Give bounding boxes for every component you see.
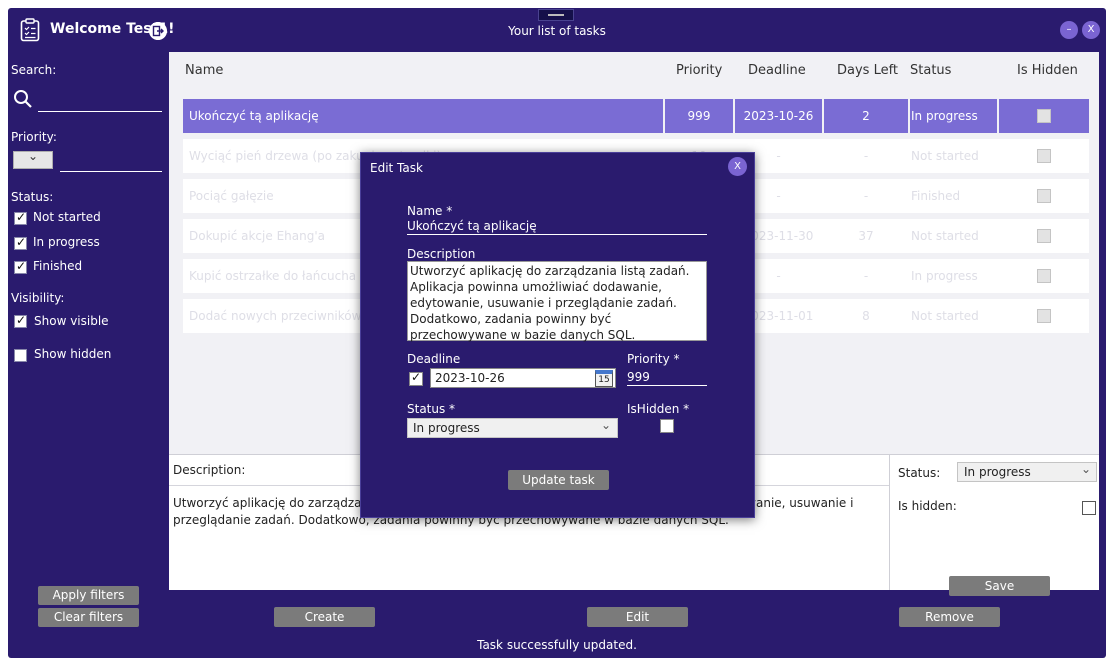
status-label: Status:: [898, 466, 941, 480]
apply-filters-button[interactable]: Apply filters: [38, 586, 139, 605]
title-bar: Welcome Test1! Your list of tasks – X: [8, 8, 1106, 52]
drag-handle[interactable]: [538, 9, 574, 21]
cell-hidden-checkbox[interactable]: [1037, 309, 1051, 323]
edit-task-dialog: Edit Task X Name * Ukończyć tą aplikację…: [360, 152, 755, 518]
create-button[interactable]: Create: [274, 607, 375, 627]
save-button[interactable]: Save: [949, 576, 1050, 596]
priority-input[interactable]: 999: [627, 368, 707, 386]
visibility-label: Visibility:: [11, 291, 65, 305]
column-header-is-hidden[interactable]: Is Hidden: [1017, 63, 1078, 78]
cell-status: In progress: [911, 269, 978, 283]
description-label: Description: [407, 247, 476, 261]
column-header-name[interactable]: Name: [185, 63, 223, 78]
quick-edit-panel: Status: In progress Is hidden: Save: [889, 454, 1099, 596]
in-progress-checkbox[interactable]: [14, 235, 27, 250]
is-hidden-label: Is hidden:: [898, 499, 957, 513]
priority-label: Priority:: [11, 130, 57, 144]
description-textarea[interactable]: Utworzyć aplikację do zarządzania listą …: [407, 261, 707, 342]
clear-filters-button[interactable]: Clear filters: [38, 608, 139, 627]
column-header-deadline[interactable]: Deadline: [748, 63, 806, 78]
remove-button[interactable]: Remove: [899, 607, 1000, 627]
minimize-button[interactable]: –: [1060, 21, 1078, 39]
show-visible-label: Show visible: [34, 314, 109, 328]
cell-status: In progress: [911, 109, 978, 123]
cell-status: Finished: [911, 189, 961, 203]
cell-name: Ukończyć tą aplikację: [189, 109, 319, 123]
filter-sidebar: Search: Priority: Status: Not started In…: [8, 52, 168, 652]
search-label: Search:: [11, 63, 57, 77]
show-hidden-checkbox[interactable]: [14, 349, 27, 362]
deadline-value: 2023-10-26: [435, 371, 505, 385]
status-label: Status:: [11, 190, 54, 204]
cell-days-left: 37: [858, 229, 874, 243]
priority-label: Priority *: [627, 352, 680, 366]
status-select[interactable]: In progress: [407, 416, 618, 438]
status-select[interactable]: In progress: [957, 460, 1097, 482]
cell-hidden-checkbox[interactable]: [1037, 109, 1051, 123]
not-started-label: Not started: [33, 210, 101, 224]
is-hidden-checkbox[interactable]: [1082, 501, 1096, 515]
dialog-title: Edit Task: [370, 161, 423, 175]
name-label: Name *: [407, 204, 453, 218]
edit-button[interactable]: Edit: [587, 607, 688, 627]
in-progress-label: In progress: [33, 235, 100, 249]
deadline-label: Deadline: [407, 352, 461, 366]
is-hidden-label: IsHidden *: [627, 402, 690, 416]
column-header-days-left[interactable]: Days Left: [837, 63, 898, 78]
calendar-icon[interactable]: 15: [595, 370, 613, 387]
show-hidden-label: Show hidden: [34, 347, 112, 361]
cell-status: Not started: [911, 309, 979, 323]
column-header-status[interactable]: Status: [910, 63, 951, 78]
show-visible-checkbox[interactable]: [14, 313, 27, 328]
cell-status: Not started: [911, 149, 979, 163]
finished-checkbox[interactable]: [14, 259, 27, 274]
update-task-button[interactable]: Update task: [508, 470, 609, 490]
cell-hidden-checkbox[interactable]: [1037, 229, 1051, 243]
cell-days-left: -: [863, 269, 869, 283]
name-input[interactable]: Ukończyć tą aplikację: [407, 217, 707, 235]
search-input[interactable]: [38, 94, 162, 112]
window-title: Your list of tasks: [508, 24, 606, 38]
table-row[interactable]: Ukończyć tą aplikację 999 2023-10-26 2 I…: [183, 99, 1089, 133]
finished-label: Finished: [33, 259, 83, 273]
cell-days-left: -: [863, 189, 869, 203]
cell-priority: 999: [687, 109, 711, 123]
cell-deadline: 2023-10-26: [743, 109, 814, 123]
deadline-enabled-checkbox[interactable]: [409, 370, 423, 386]
cell-days-left: -: [863, 149, 869, 163]
close-button[interactable]: X: [1082, 21, 1100, 39]
status-message: Task successfully updated.: [477, 638, 637, 652]
cell-hidden-checkbox[interactable]: [1037, 269, 1051, 283]
deadline-datepicker[interactable]: 2023-10-26 15: [430, 368, 616, 388]
cell-days-left: 2: [862, 109, 870, 123]
cell-status: Not started: [911, 229, 979, 243]
not-started-checkbox[interactable]: [14, 210, 27, 225]
dialog-close-button[interactable]: X: [728, 157, 747, 176]
priority-operator-select[interactable]: [13, 149, 53, 169]
search-icon: [14, 90, 32, 108]
priority-input[interactable]: [60, 154, 162, 172]
column-header-priority[interactable]: Priority: [676, 63, 722, 78]
cell-hidden-checkbox[interactable]: [1037, 149, 1051, 163]
cell-hidden-checkbox[interactable]: [1037, 189, 1051, 203]
is-hidden-checkbox[interactable]: [660, 419, 674, 433]
cell-days-left: 8: [862, 309, 870, 323]
status-label: Status *: [407, 402, 456, 416]
description-label: Description:: [173, 463, 246, 477]
